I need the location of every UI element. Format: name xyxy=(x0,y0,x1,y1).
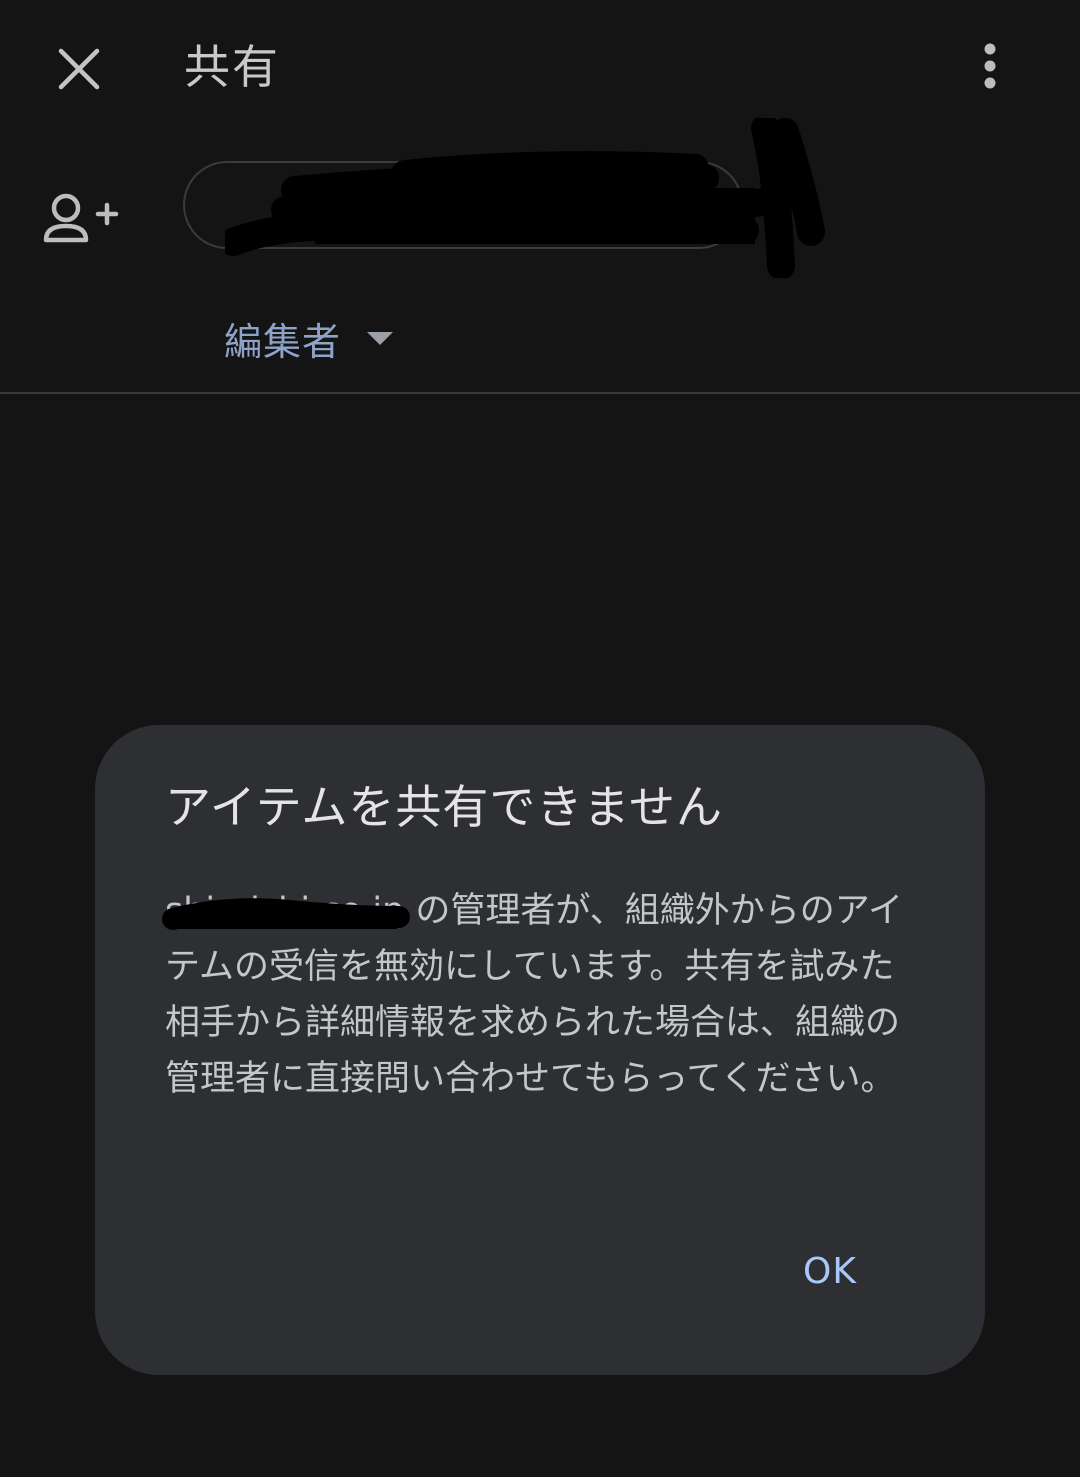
redaction-scribble xyxy=(225,118,825,278)
page-title: 共有 xyxy=(184,40,280,94)
dialog-title: アイテムを共有できません xyxy=(165,780,724,834)
more-vert-icon xyxy=(984,43,996,89)
role-label: 編集者 xyxy=(224,319,342,364)
ok-button[interactable]: OK xyxy=(785,1241,875,1301)
share-screen: 共有 編集者 アイテムを共有できません shiroishi.co.jp の管理者… xyxy=(0,0,1080,1477)
close-icon xyxy=(58,48,100,90)
error-dialog: アイテムを共有できません shiroishi.co.jp の管理者が、組織外から… xyxy=(95,725,985,1375)
more-options-button[interactable] xyxy=(962,36,1018,98)
redaction-scribble xyxy=(162,898,410,930)
role-dropdown[interactable]: 編集者 xyxy=(224,310,394,366)
add-person-icon xyxy=(40,188,120,252)
dropdown-arrow-icon xyxy=(367,331,394,345)
divider xyxy=(0,392,1080,394)
close-button[interactable] xyxy=(46,36,112,102)
